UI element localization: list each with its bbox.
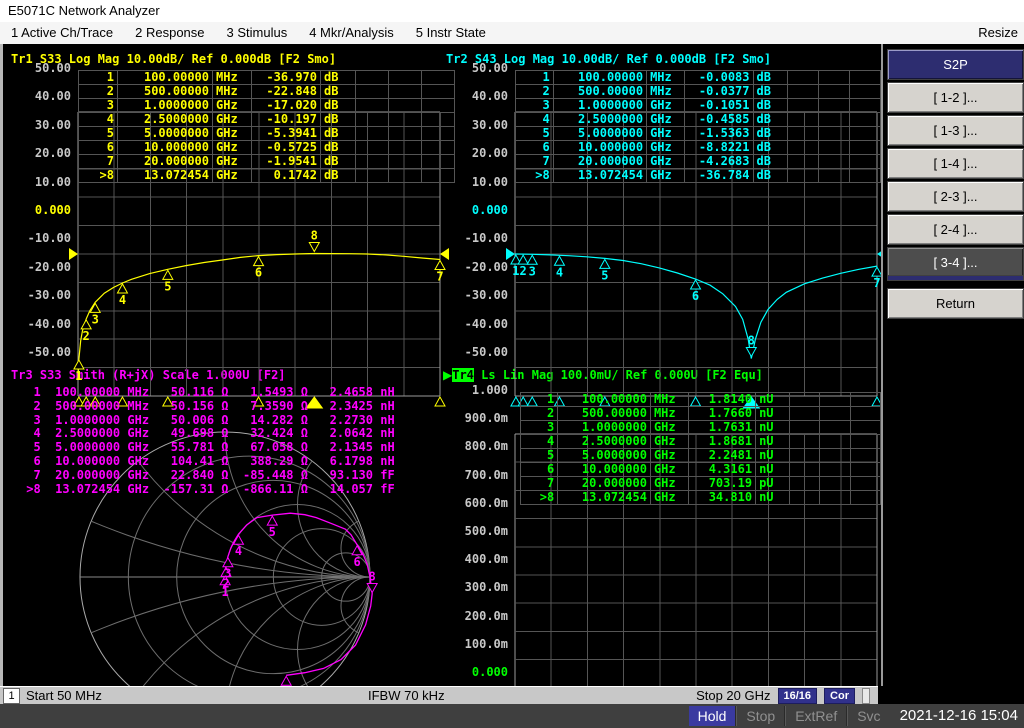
svg-text:4: 4 bbox=[556, 265, 563, 279]
menu-item-3[interactable]: 3 Stimulus bbox=[216, 22, 299, 44]
svg-text:2: 2 bbox=[83, 329, 90, 343]
y-tick: 200.0m bbox=[444, 609, 508, 623]
svc-indicator: Svc bbox=[848, 706, 889, 726]
tr3-table-row: 3 1.0000000 GHz 50.006 Ω 14.282 Ω 2.2730… bbox=[19, 413, 395, 427]
correction-badge: Cor bbox=[824, 688, 855, 704]
softkey-2-4[interactable]: [ 2-4 ]... bbox=[887, 214, 1024, 245]
y-tick: -10.00 bbox=[7, 231, 71, 245]
hold-indicator: Hold bbox=[689, 706, 736, 726]
y-tick: -20.00 bbox=[7, 260, 71, 274]
svg-text:3: 3 bbox=[92, 312, 99, 326]
menu-item-1[interactable]: 1 Active Ch/Trace bbox=[0, 22, 124, 44]
y-tick: 40.00 bbox=[7, 89, 71, 103]
instrument-status-bar: Hold Stop ExtRef Svc 2021-12-16 15:04 bbox=[0, 704, 1024, 728]
stop-frequency: Stop 20 GHz bbox=[696, 688, 770, 703]
softkey-3-4[interactable]: [ 3-4 ]... bbox=[887, 247, 1024, 278]
menu-item-4[interactable]: 4 Mkr/Analysis bbox=[298, 22, 405, 44]
y-tick: 20.00 bbox=[7, 146, 71, 160]
y-tick: 700.0m bbox=[444, 468, 508, 482]
status-bar: 1 Start 50 MHz IFBW 70 kHz Stop 20 GHz 1… bbox=[0, 686, 878, 704]
svg-text:4: 4 bbox=[119, 293, 126, 307]
softkey-highlight bbox=[887, 275, 1024, 281]
menu-bar: 1 Active Ch/Trace2 Response3 Stimulus4 M… bbox=[0, 22, 1024, 44]
svg-text:5: 5 bbox=[164, 279, 171, 293]
y-tick: 100.0m bbox=[444, 637, 508, 651]
y-tick: 800.0m bbox=[444, 439, 508, 453]
y-tick: -50.00 bbox=[7, 345, 71, 359]
softkey-1-3[interactable]: [ 1-3 ]... bbox=[887, 115, 1024, 146]
softkey-menu: S2P [ 1-2 ]...[ 1-3 ]...[ 1-4 ]...[ 2-3 … bbox=[881, 44, 1024, 686]
svg-text:6: 6 bbox=[255, 266, 262, 280]
y-tick: -30.00 bbox=[7, 288, 71, 302]
tr4-marker-table: 1100.00000MHz1.8140nU2500.00000MHz1.7660… bbox=[520, 392, 881, 505]
y-tick: 1.000 bbox=[444, 383, 508, 397]
menu-item-5[interactable]: 5 Instr State bbox=[405, 22, 497, 44]
svg-text:7: 7 bbox=[873, 276, 880, 290]
tr3-table-row: 5 5.0000000 GHz 55.781 Ω 67.058 Ω 2.1345… bbox=[19, 440, 395, 454]
y-tick: 500.0m bbox=[444, 524, 508, 538]
analyzer-screen: E5071C Network Analyzer 1 Active Ch/Trac… bbox=[0, 0, 1024, 728]
sweep-points-badge: 16/16 bbox=[778, 688, 818, 704]
svg-text:8: 8 bbox=[369, 570, 376, 584]
tr3-table-row: 6 10.000000 GHz 104.41 Ω 388.29 Ω 6.1798… bbox=[19, 454, 395, 468]
menu-item-2[interactable]: 2 Response bbox=[124, 22, 215, 44]
svg-text:1: 1 bbox=[512, 264, 519, 278]
svg-text:7: 7 bbox=[436, 270, 443, 284]
svg-text:8: 8 bbox=[748, 333, 755, 347]
y-tick: 400.0m bbox=[444, 552, 508, 566]
y-tick: 300.0m bbox=[444, 580, 508, 594]
softkey-1-2[interactable]: [ 1-2 ]... bbox=[887, 82, 1024, 113]
y-tick: 30.00 bbox=[7, 118, 71, 132]
svg-text:8: 8 bbox=[311, 229, 318, 243]
datetime: 2021-12-16 15:04 bbox=[890, 706, 1024, 726]
y-tick: 10.00 bbox=[7, 175, 71, 189]
svg-text:6: 6 bbox=[692, 289, 699, 303]
tr4-title-prefix: Tr4 bbox=[452, 368, 474, 382]
tr3-table-row: 1 100.00000 MHz 50.116 Ω 1.5493 Ω 2.4658… bbox=[19, 385, 395, 399]
svg-text:6: 6 bbox=[353, 555, 360, 569]
tr1-marker-table: 1100.00000MHz-36.970dB2500.00000MHz-22.8… bbox=[78, 70, 455, 183]
softkey-1-4[interactable]: [ 1-4 ]... bbox=[887, 148, 1024, 179]
tr3-table-row: 2 500.00000 MHz 50.156 Ω 7.3590 Ω 2.3425… bbox=[19, 399, 395, 413]
softkey-2-3[interactable]: [ 2-3 ]... bbox=[887, 181, 1024, 212]
svg-text:3: 3 bbox=[224, 567, 231, 581]
resize-button[interactable]: Resize bbox=[978, 22, 1018, 44]
return-button[interactable]: Return bbox=[887, 288, 1024, 319]
svg-text:2: 2 bbox=[520, 264, 527, 278]
start-frequency: Start 50 MHz bbox=[26, 687, 102, 704]
svg-text:5: 5 bbox=[269, 525, 276, 539]
y-tick: 0.000 bbox=[7, 203, 71, 217]
y-tick: 50.00 bbox=[7, 61, 71, 75]
tr3-table-row: >8 13.072454 GHz -157.31 Ω -866.11 Ω 14.… bbox=[19, 482, 395, 496]
tr3-table-row: 7 20.000000 GHz 22.840 Ω -85.448 Ω 93.13… bbox=[19, 468, 395, 482]
y-tick: 600.0m bbox=[444, 496, 508, 510]
y-tick: 900.0m bbox=[444, 411, 508, 425]
tr3-table-row: 4 2.5000000 GHz 49.698 Ω 32.424 Ω 2.0642… bbox=[19, 426, 395, 440]
svg-text:4: 4 bbox=[235, 544, 242, 558]
extref-indicator: ExtRef bbox=[786, 706, 846, 726]
stop-indicator: Stop bbox=[737, 706, 784, 726]
svg-text:1: 1 bbox=[75, 369, 82, 383]
status-end-box bbox=[862, 688, 870, 704]
y-tick: -40.00 bbox=[7, 317, 71, 331]
channel-number: 1 bbox=[3, 688, 20, 704]
softkey-menu-title[interactable]: S2P bbox=[887, 49, 1024, 80]
svg-text:3: 3 bbox=[529, 264, 536, 278]
tr2-marker-table: 1100.00000MHz-0.0083dB2500.00000MHz-0.03… bbox=[515, 70, 881, 183]
ifbw-value: IFBW 70 kHz bbox=[368, 687, 445, 704]
graph-area: Tr1 S33 Log Mag 10.00dB/ Ref 0.000dB [F2… bbox=[0, 44, 881, 686]
window-title: E5071C Network Analyzer bbox=[0, 0, 1024, 22]
y-tick: 0.000 bbox=[444, 665, 508, 679]
svg-text:5: 5 bbox=[601, 268, 608, 282]
